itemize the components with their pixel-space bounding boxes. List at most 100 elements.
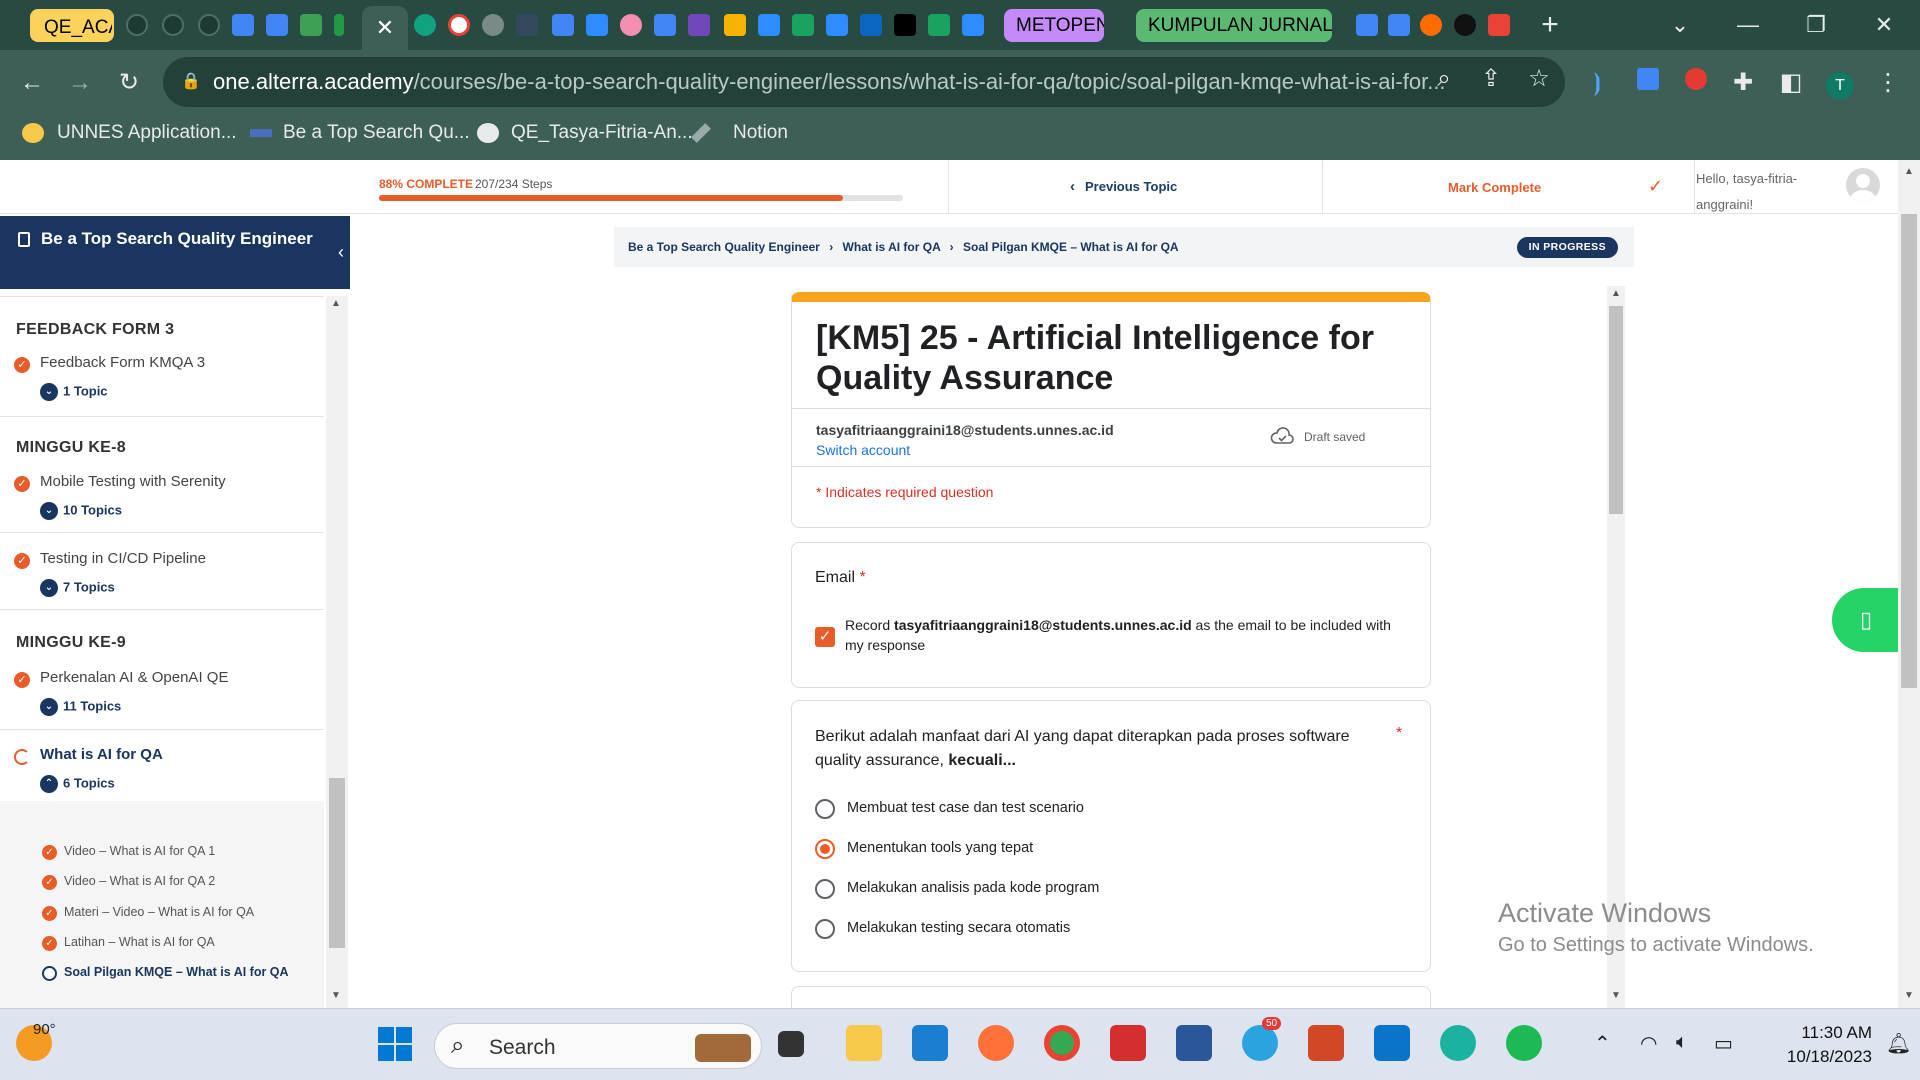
maximize-button[interactable]: ❐ xyxy=(1796,8,1836,42)
volume-icon[interactable]: 🔈︎ xyxy=(1676,1031,1688,1054)
start-windows-icon[interactable] xyxy=(378,1027,412,1061)
powerpoint-icon[interactable] xyxy=(1308,1025,1344,1061)
slides-icon[interactable] xyxy=(724,14,746,36)
topics-expand-toggle[interactable]: ⌄ 7 Topics xyxy=(40,579,115,597)
vscode-icon[interactable] xyxy=(1374,1025,1410,1061)
docs-icon[interactable] xyxy=(654,14,676,36)
gmail-icon[interactable] xyxy=(1488,14,1510,36)
tab-favicon[interactable] xyxy=(516,14,538,36)
address-bar[interactable]: 🔒 one.alterra.academy/courses/be-a-top-s… xyxy=(163,57,1565,107)
zoom-icon[interactable] xyxy=(758,14,780,36)
forward-arrow-icon[interactable]: → xyxy=(64,68,96,98)
google-icon[interactable] xyxy=(448,14,470,36)
share-icon[interactable]: ⇪ xyxy=(1475,64,1507,94)
side-panel-icon[interactable]: ◧ xyxy=(1775,68,1807,98)
globe-icon[interactable] xyxy=(482,14,504,36)
file-explorer-icon[interactable] xyxy=(846,1025,882,1061)
tab-favicon[interactable] xyxy=(198,14,220,36)
radio-button[interactable] xyxy=(815,839,835,859)
active-tab-close-button[interactable]: ✕ xyxy=(362,6,408,50)
bookmark-be-a-top-search[interactable]: Be a Top Search Qu... xyxy=(283,116,470,150)
taskbar-search-box[interactable]: ⌕ Search xyxy=(434,1023,762,1069)
bookmark-star-icon[interactable]: ☆ xyxy=(1523,64,1555,94)
forms-icon[interactable] xyxy=(688,14,710,36)
wifi-icon[interactable]: ◠ xyxy=(1640,1031,1657,1056)
edge-icon[interactable] xyxy=(1440,1025,1476,1061)
vim-icon[interactable] xyxy=(300,14,322,36)
breadcrumb-lesson[interactable]: What is AI for QA xyxy=(843,240,941,254)
zoom-magnifier-icon[interactable]: ⌕ xyxy=(1428,64,1460,94)
docs-icon[interactable] xyxy=(266,14,288,36)
scroll-up-arrow-icon[interactable]: ▲ xyxy=(1904,166,1914,177)
previous-topic-button[interactable]: ‹ Previous Topic xyxy=(1070,178,1177,195)
tab-group-metopen[interactable]: METOPEN xyxy=(1004,9,1104,42)
extension-read-aloud-icon[interactable]: ⦘ xyxy=(1581,68,1613,98)
topics-expand-toggle[interactable]: ⌄ 11 Topics xyxy=(40,698,121,716)
scroll-down-arrow-icon[interactable]: ▼ xyxy=(1904,990,1914,1001)
telegram-icon[interactable]: 50 xyxy=(1242,1017,1282,1061)
minimize-button[interactable]: — xyxy=(1728,8,1768,42)
topics-collapse-toggle[interactable]: ⌃ 6 Topics xyxy=(40,775,115,793)
mendeley-icon[interactable] xyxy=(1110,1025,1146,1061)
l-app-icon[interactable] xyxy=(912,1025,948,1061)
breadcrumb-course[interactable]: Be a Top Search Quality Engineer xyxy=(628,240,820,254)
calendar-icon[interactable] xyxy=(552,14,574,36)
zoom-icon[interactable] xyxy=(962,14,984,36)
scroll-up-arrow-icon[interactable]: ▲ xyxy=(1611,288,1621,299)
sidebar-scrollbar[interactable]: ▲ ▼ xyxy=(326,296,348,1008)
tiktok-icon[interactable] xyxy=(894,14,916,36)
bookmark-unnes[interactable]: UNNES Application... xyxy=(57,116,237,150)
tab-search-chevron-icon[interactable]: ⌄ xyxy=(1660,8,1700,42)
switch-account-link[interactable]: Switch account xyxy=(816,442,910,458)
brain-icon[interactable] xyxy=(620,14,642,36)
zoom-icon[interactable] xyxy=(826,14,848,36)
bookmark-qe-tasya[interactable]: QE_Tasya-Fitria-An... xyxy=(511,116,693,150)
back-arrow-icon[interactable]: ← xyxy=(16,68,48,98)
show-hidden-icons-chevron-icon[interactable]: ⌃ xyxy=(1594,1031,1611,1056)
docs-icon[interactable] xyxy=(232,14,254,36)
radio-button[interactable] xyxy=(815,879,835,899)
tab-favicon[interactable] xyxy=(1420,14,1442,36)
scrollbar-thumb[interactable] xyxy=(1901,214,1917,688)
docs-icon[interactable] xyxy=(1388,14,1410,36)
sheets-plus-icon[interactable] xyxy=(792,14,814,36)
chatgpt-icon[interactable] xyxy=(414,14,436,36)
topics-expand-toggle[interactable]: ⌄ 10 Topics xyxy=(40,502,122,520)
reload-icon[interactable]: ↻ xyxy=(113,68,145,98)
record-email-checkbox[interactable]: ✓ xyxy=(815,627,835,647)
scroll-down-arrow-icon[interactable]: ▼ xyxy=(331,990,341,1001)
tab-favicon[interactable] xyxy=(162,14,184,36)
extension-translate-icon[interactable] xyxy=(1632,68,1664,98)
breadcrumb-topic[interactable]: Soal Pilgan KMQE – What is AI for QA xyxy=(963,240,1179,254)
sheets-plus-icon[interactable] xyxy=(928,14,950,36)
scroll-up-arrow-icon[interactable]: ▲ xyxy=(331,298,341,309)
task-view-icon[interactable] xyxy=(778,1031,804,1057)
profile-avatar[interactable]: T xyxy=(1824,68,1856,100)
extension-adblock-icon[interactable] xyxy=(1680,68,1712,98)
tab-group-qe-aca[interactable]: QE_ACA xyxy=(30,9,114,42)
tab-favicon[interactable] xyxy=(126,14,148,36)
tab-group-kumpulan-jurnal[interactable]: KUMPULAN JURNAL D xyxy=(1136,9,1332,42)
page-scrollbar[interactable]: ▲ ▼ xyxy=(1898,160,1920,1008)
user-avatar[interactable] xyxy=(1846,168,1880,202)
tab-favicon[interactable] xyxy=(334,14,344,36)
firefox-icon[interactable] xyxy=(978,1025,1014,1061)
notification-bell-icon[interactable]: 🔔︎ xyxy=(1886,1031,1911,1056)
new-tab-button[interactable]: + xyxy=(1530,8,1570,42)
scrollbar-thumb[interactable] xyxy=(329,778,345,948)
battery-icon[interactable]: ▭ xyxy=(1714,1031,1733,1056)
browser-menu-icon[interactable]: ⋮ xyxy=(1872,68,1904,98)
bookmark-notion[interactable]: Notion xyxy=(733,116,788,150)
infinity-icon[interactable] xyxy=(1454,14,1476,36)
sidebar-collapse-chevron-icon[interactable]: ‹ xyxy=(328,239,354,265)
chrome-icon[interactable] xyxy=(1044,1025,1080,1061)
scrollbar-thumb[interactable] xyxy=(1609,306,1623,514)
radio-button[interactable] xyxy=(815,799,835,819)
word-icon[interactable] xyxy=(1176,1025,1212,1061)
translate-icon[interactable] xyxy=(1356,14,1378,36)
mark-complete-button[interactable]: Mark Complete ✓ xyxy=(1448,176,1663,196)
zoom-icon[interactable] xyxy=(586,14,608,36)
scroll-down-arrow-icon[interactable]: ▼ xyxy=(1611,990,1621,1001)
close-window-button[interactable]: ✕ xyxy=(1864,8,1904,42)
radio-button[interactable] xyxy=(815,919,835,939)
